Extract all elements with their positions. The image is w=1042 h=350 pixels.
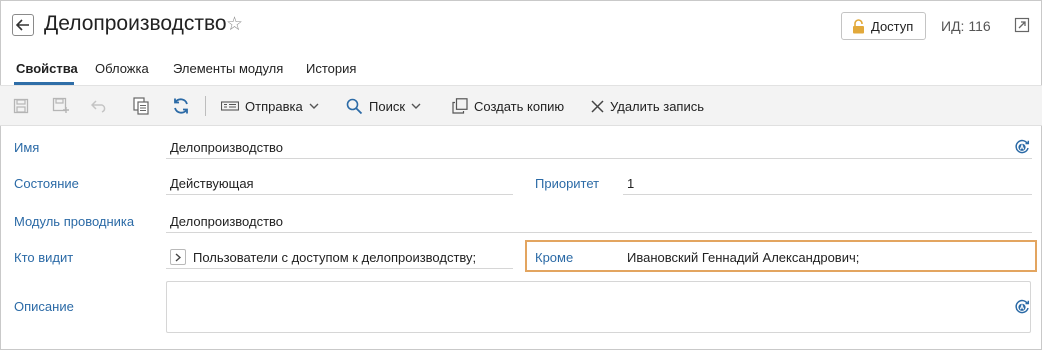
- page-title: Делопроизводство: [44, 12, 227, 35]
- translate-icon[interactable]: [1014, 139, 1030, 155]
- search-label: Поиск: [369, 98, 406, 114]
- save-icon[interactable]: [11, 96, 31, 116]
- tab-module-elements[interactable]: Элементы модуля: [173, 61, 283, 76]
- undo-icon[interactable]: [90, 96, 110, 116]
- star-icon[interactable]: ☆: [226, 13, 243, 36]
- description-label: Описание: [14, 299, 74, 314]
- create-copy-button[interactable]: Создать копию: [452, 97, 564, 115]
- close-icon: [591, 99, 604, 113]
- priority-label: Приоритет: [535, 176, 600, 191]
- except-label: Кроме: [535, 250, 574, 265]
- who-sees-field[interactable]: Пользователи с доступом к делопроизводст…: [193, 250, 476, 265]
- back-button[interactable]: [12, 14, 34, 36]
- delete-record-button[interactable]: Удалить запись: [591, 97, 704, 115]
- send-label: Отправка: [245, 98, 303, 114]
- access-button-label: Доступ: [871, 18, 914, 34]
- priority-underline: [623, 194, 1032, 195]
- name-underline: [166, 158, 1032, 159]
- description-textarea[interactable]: [166, 281, 1031, 333]
- search-icon: [346, 98, 363, 114]
- duplicate-icon: [452, 98, 468, 114]
- record-id: ИД: 116: [941, 18, 991, 34]
- name-label: Имя: [14, 140, 40, 155]
- state-field[interactable]: Действующая: [170, 176, 254, 191]
- name-field[interactable]: Делопроизводство: [170, 140, 283, 155]
- send-menu-button[interactable]: Отправка: [221, 97, 319, 115]
- access-button[interactable]: Доступ: [841, 12, 926, 40]
- refresh-icon[interactable]: [171, 96, 191, 116]
- translate-icon[interactable]: [1014, 299, 1030, 315]
- delete-record-label: Удалить запись: [610, 98, 705, 114]
- chevron-down-icon: [309, 103, 319, 109]
- tab-history[interactable]: История: [306, 61, 356, 76]
- create-copy-label: Создать копию: [474, 98, 565, 114]
- tab-properties[interactable]: Свойства: [16, 61, 78, 76]
- who-sees-label: Кто видит: [14, 250, 74, 265]
- module-underline: [166, 232, 1032, 233]
- chevron-right-icon: [175, 252, 181, 262]
- search-menu-button[interactable]: Поиск: [346, 97, 421, 115]
- open-in-new-icon[interactable]: [1014, 17, 1030, 33]
- state-label: Состояние: [14, 176, 79, 191]
- save-as-icon[interactable]: [51, 96, 71, 116]
- module-label: Модуль проводника: [14, 214, 135, 229]
- copy-icon[interactable]: [131, 96, 151, 116]
- back-arrow-icon: [16, 19, 29, 31]
- expand-button[interactable]: [170, 249, 186, 265]
- tab-cover[interactable]: Обложка: [95, 61, 149, 76]
- module-field[interactable]: Делопроизводство: [170, 214, 283, 229]
- chevron-down-icon: [411, 103, 421, 109]
- except-field[interactable]: Ивановский Геннадий Александрович;: [627, 250, 859, 265]
- who-sees-underline: [166, 268, 513, 269]
- lock-icon: [853, 18, 864, 33]
- priority-field[interactable]: 1: [627, 176, 634, 191]
- send-icon: [221, 101, 239, 111]
- state-underline: [166, 194, 513, 195]
- toolbar-separator: [205, 96, 206, 116]
